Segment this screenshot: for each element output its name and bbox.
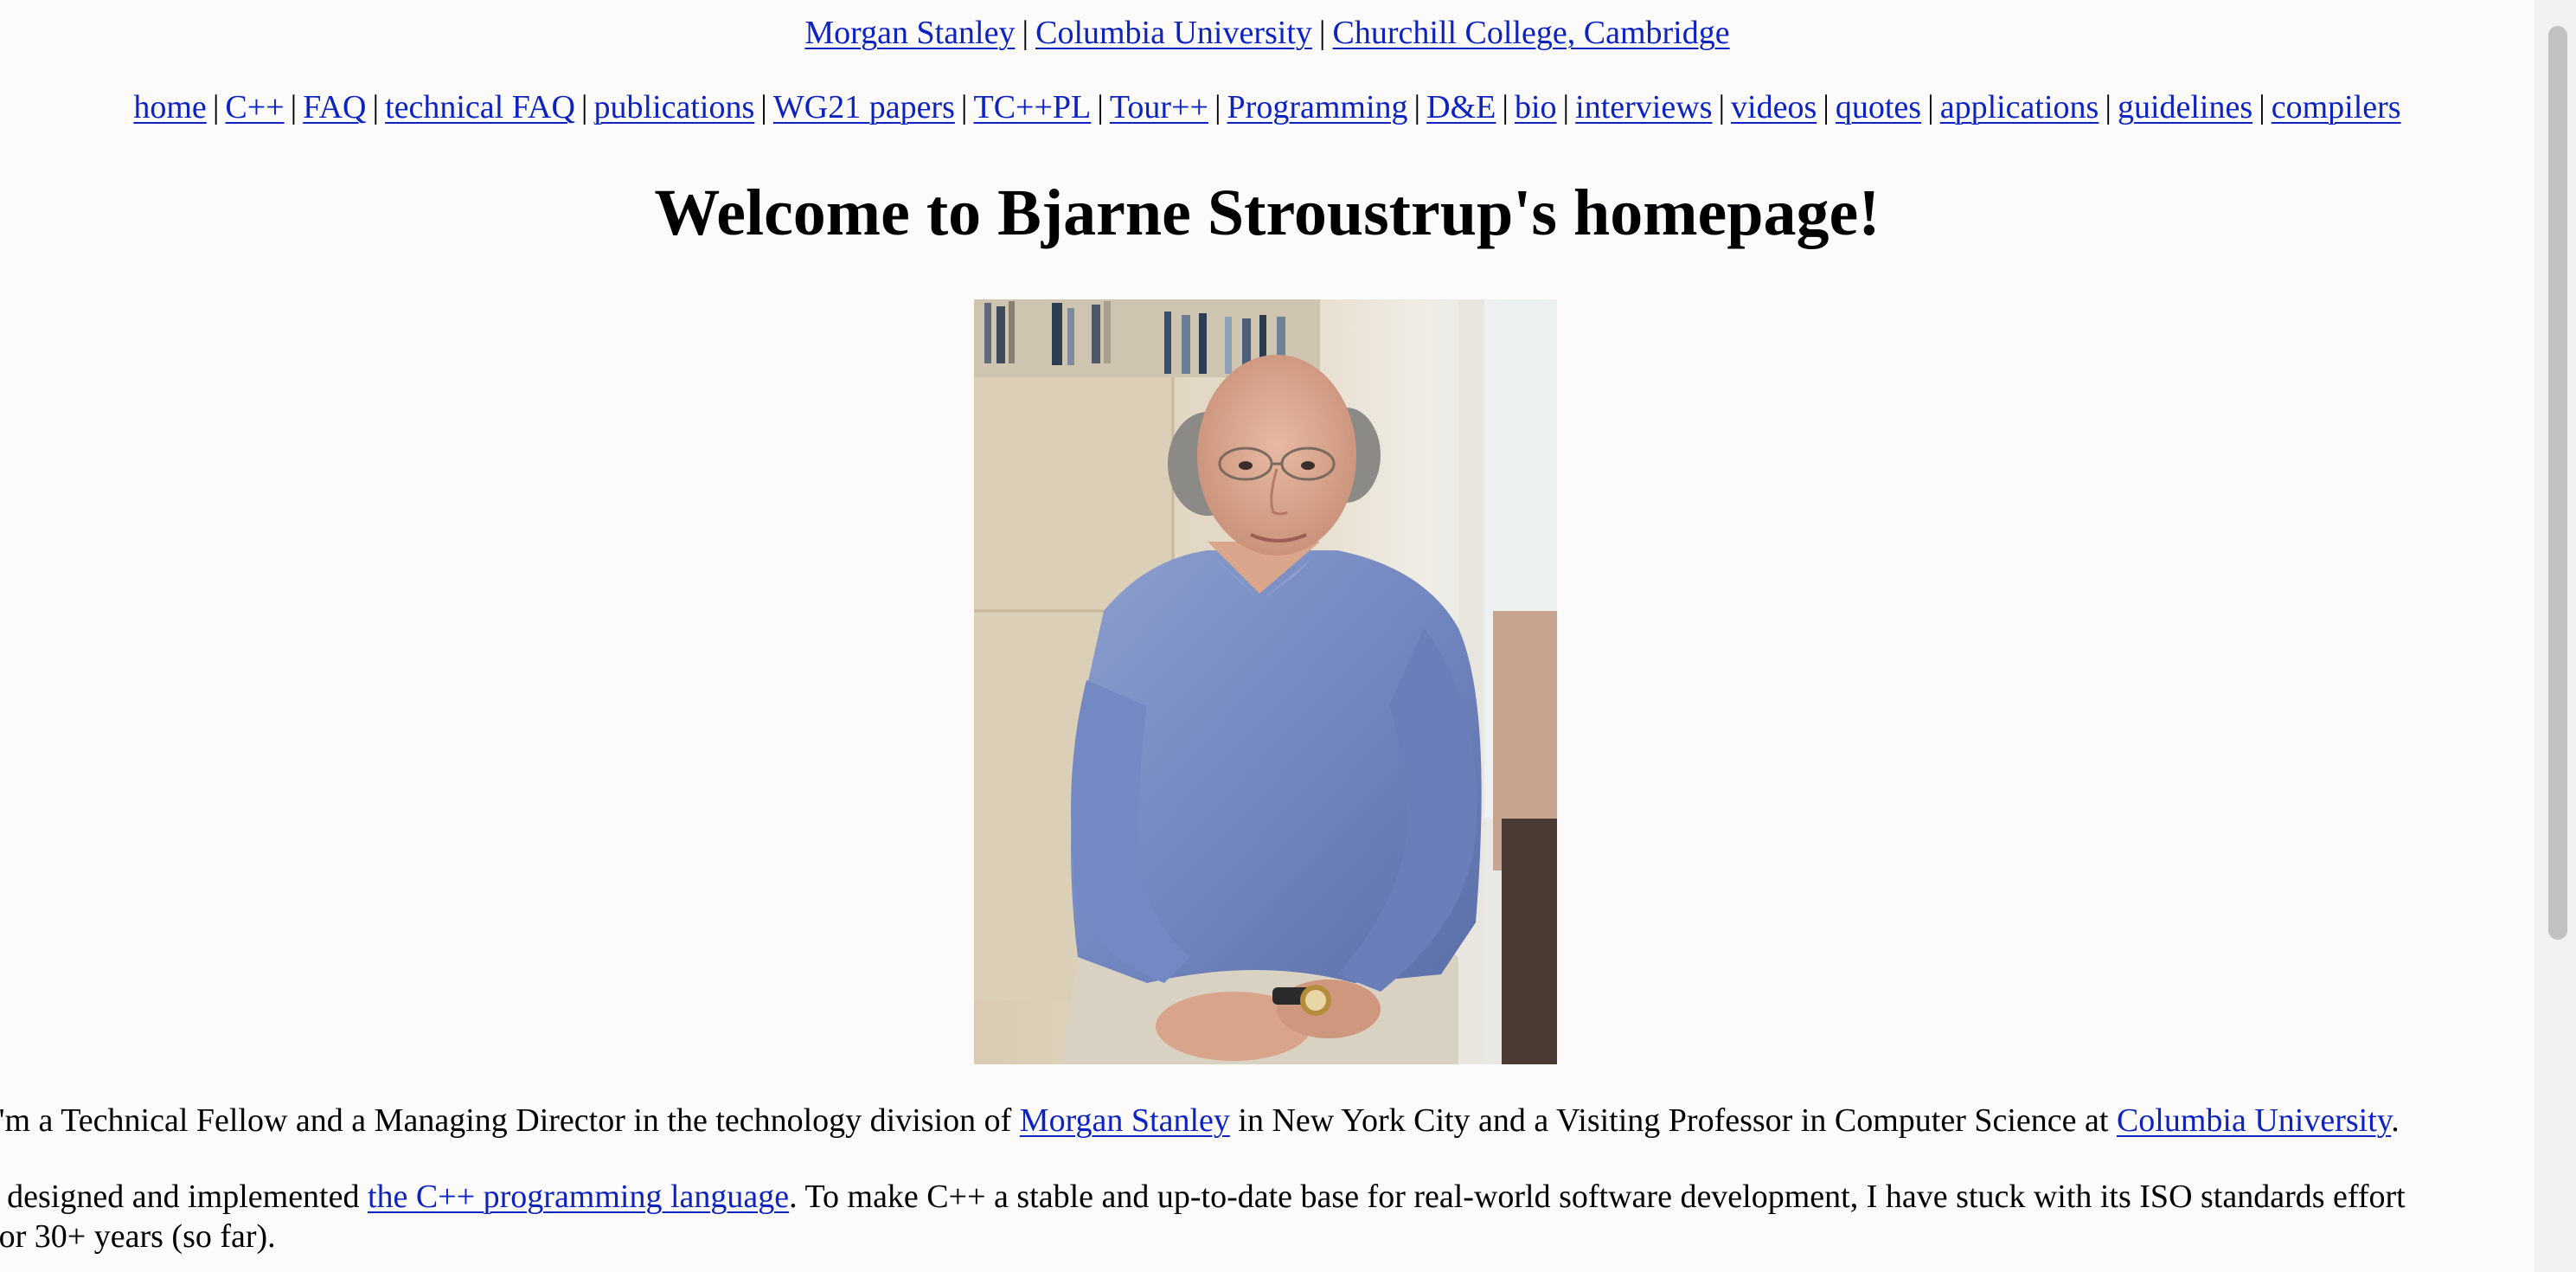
separator: |	[290, 89, 298, 125]
nav-interviews[interactable]: interviews	[1575, 89, 1712, 125]
nav-cpp[interactable]: C++	[225, 89, 284, 125]
separator: |	[1318, 15, 1326, 51]
nav-home[interactable]: home	[133, 89, 206, 125]
separator: |	[1718, 89, 1726, 125]
main-navigation: home | C++ | FAQ | technical FAQ | publications |…	[0, 87, 2534, 128]
separator: |	[1214, 89, 1221, 125]
nav-faq[interactable]: FAQ	[303, 89, 366, 125]
separator: |	[580, 89, 588, 125]
nav-bio[interactable]: bio	[1515, 89, 1557, 125]
separator: |	[1413, 89, 1421, 125]
intro-text: I'm a Technical Fellow and a Managing Di…	[0, 1102, 1020, 1139]
intro-text: I designed and implemented	[0, 1179, 368, 1215]
separator: |	[212, 89, 220, 125]
nav-wg21-papers[interactable]: WG21 papers	[773, 89, 955, 125]
separator: |	[760, 89, 767, 125]
intro-text: . To make C++ a stable and up-to-date ba…	[789, 1179, 2406, 1215]
nav-tcpppl[interactable]: TC++PL	[973, 89, 1091, 125]
portrait-photo	[974, 299, 1557, 1064]
intro-text: .	[2391, 1102, 2400, 1139]
link-columbia-university-inline[interactable]: Columbia University	[2117, 1102, 2391, 1139]
link-morgan-stanley-inline[interactable]: Morgan Stanley	[1020, 1102, 1230, 1139]
nav-videos[interactable]: videos	[1731, 89, 1817, 125]
intro-paragraph-affiliation: I'm a Technical Fellow and a Managing Di…	[0, 1101, 2534, 1140]
separator: |	[960, 89, 968, 125]
nav-publications[interactable]: publications	[594, 89, 755, 125]
page: Morgan Stanley | Columbia University | Churc…	[0, 0, 2534, 1272]
link-morgan-stanley[interactable]: Morgan Stanley	[804, 15, 1015, 51]
separator: |	[1502, 89, 1509, 125]
separator: |	[1927, 89, 1934, 125]
scrollbar-thumb[interactable]	[2548, 26, 2567, 940]
nav-guidelines[interactable]: guidelines	[2118, 89, 2252, 125]
intro-paragraph-cpp: I designed and implemented the C++ progr…	[0, 1177, 2534, 1256]
separator: |	[2105, 89, 2111, 125]
page-title: Welcome to Bjarne Stroustrup's homepage!	[654, 177, 1881, 249]
affiliation-links: Morgan Stanley | Columbia University | Churc…	[0, 12, 2534, 54]
vertical-scrollbar[interactable]	[2534, 0, 2576, 1272]
link-cpp-language[interactable]: the C++ programming language	[368, 1179, 789, 1215]
separator: |	[2259, 89, 2265, 125]
nav-de[interactable]: D&E	[1426, 89, 1496, 125]
nav-tour[interactable]: Tour++	[1110, 89, 1208, 125]
separator: |	[1562, 89, 1570, 125]
separator: |	[1823, 89, 1829, 125]
intro-text: in New York City and a Visiting Professo…	[1229, 1102, 2117, 1139]
separator: |	[1022, 15, 1029, 51]
separator: |	[1097, 89, 1104, 125]
intro-text: for 30+ years (so far).	[0, 1218, 276, 1255]
nav-compilers[interactable]: compilers	[2272, 89, 2401, 125]
nav-technical-faq[interactable]: technical FAQ	[385, 89, 575, 125]
separator: |	[372, 89, 380, 125]
link-columbia-university[interactable]: Columbia University	[1035, 15, 1312, 51]
nav-programming[interactable]: Programming	[1227, 89, 1408, 125]
nav-applications[interactable]: applications	[1940, 89, 2099, 125]
link-churchill-college[interactable]: Churchill College, Cambridge	[1333, 15, 1730, 51]
nav-quotes[interactable]: quotes	[1836, 89, 1921, 125]
